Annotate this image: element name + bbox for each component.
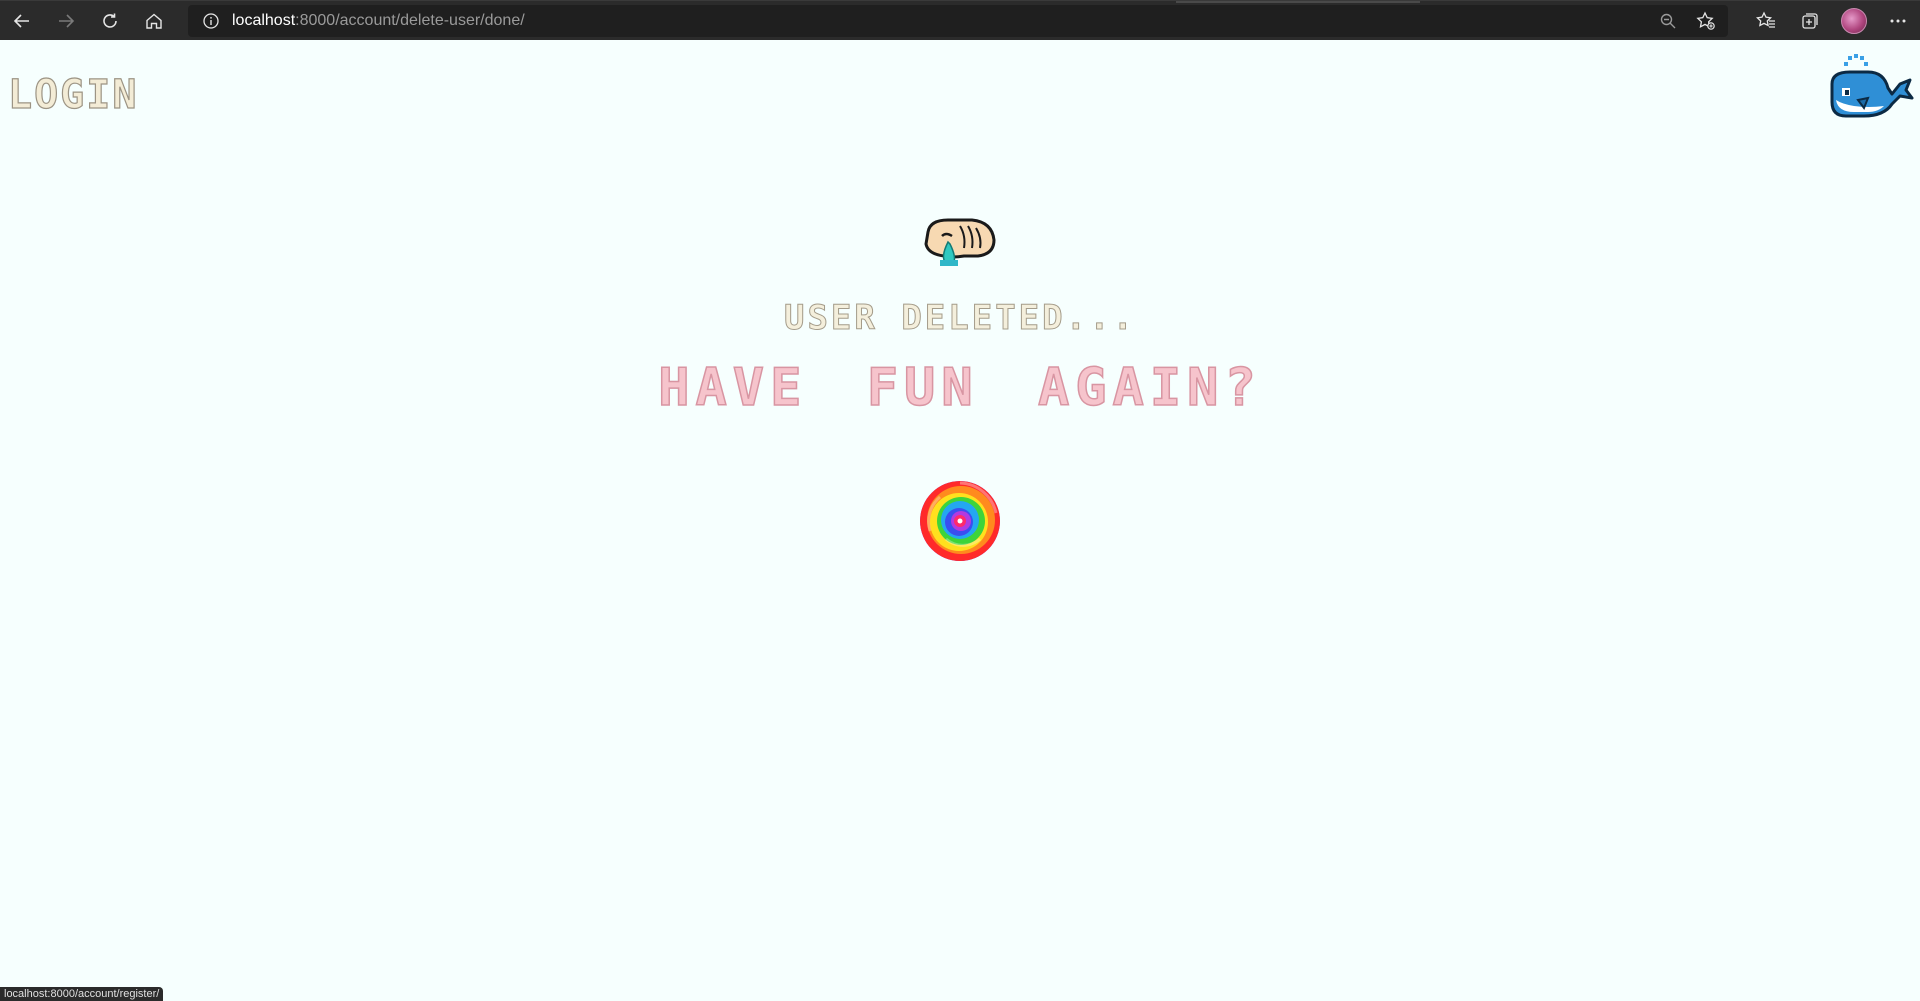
home-button[interactable] xyxy=(132,1,176,41)
browser-toolbar: localhost:8000/account/delete-user/done/ xyxy=(0,0,1920,40)
profile-avatar xyxy=(1841,8,1867,34)
zoom-out-icon[interactable] xyxy=(1652,5,1684,37)
home-icon xyxy=(146,13,162,29)
back-button[interactable] xyxy=(0,1,44,41)
forward-arrow-icon xyxy=(59,13,75,28)
refresh-icon xyxy=(103,13,117,28)
crying-face-icon xyxy=(924,218,996,266)
have-fun-again-heading: HAVE FUN AGAIN? xyxy=(657,357,1262,419)
info-icon[interactable] xyxy=(202,12,220,30)
collections-icon[interactable] xyxy=(1788,1,1832,41)
refresh-button[interactable] xyxy=(88,1,132,41)
user-deleted-message: USER DELETED... xyxy=(783,298,1137,339)
rainbow-spiral-icon[interactable] xyxy=(919,480,1001,562)
whale-icon[interactable] xyxy=(1828,54,1914,120)
more-menu-icon[interactable] xyxy=(1876,1,1920,41)
url-path: :8000/account/delete-user/done/ xyxy=(295,12,525,29)
login-link[interactable]: LOGIN xyxy=(7,71,138,118)
add-favorite-icon[interactable] xyxy=(1690,5,1722,37)
url-host: localhost xyxy=(232,12,296,29)
profile-button[interactable] xyxy=(1832,1,1876,41)
url-text[interactable]: localhost:8000/account/delete-user/done/ xyxy=(232,12,525,30)
tab-indicator xyxy=(1176,1,1420,3)
address-bar[interactable]: localhost:8000/account/delete-user/done/ xyxy=(188,5,1728,37)
page-body: LOGIN USER DELETED... HAVE FUN AGAIN? lo… xyxy=(0,40,1920,1001)
favorites-icon[interactable] xyxy=(1744,1,1788,41)
status-bar-url: localhost:8000/account/register/ xyxy=(0,987,164,1001)
back-arrow-icon xyxy=(13,13,29,28)
forward-button[interactable] xyxy=(44,1,88,41)
